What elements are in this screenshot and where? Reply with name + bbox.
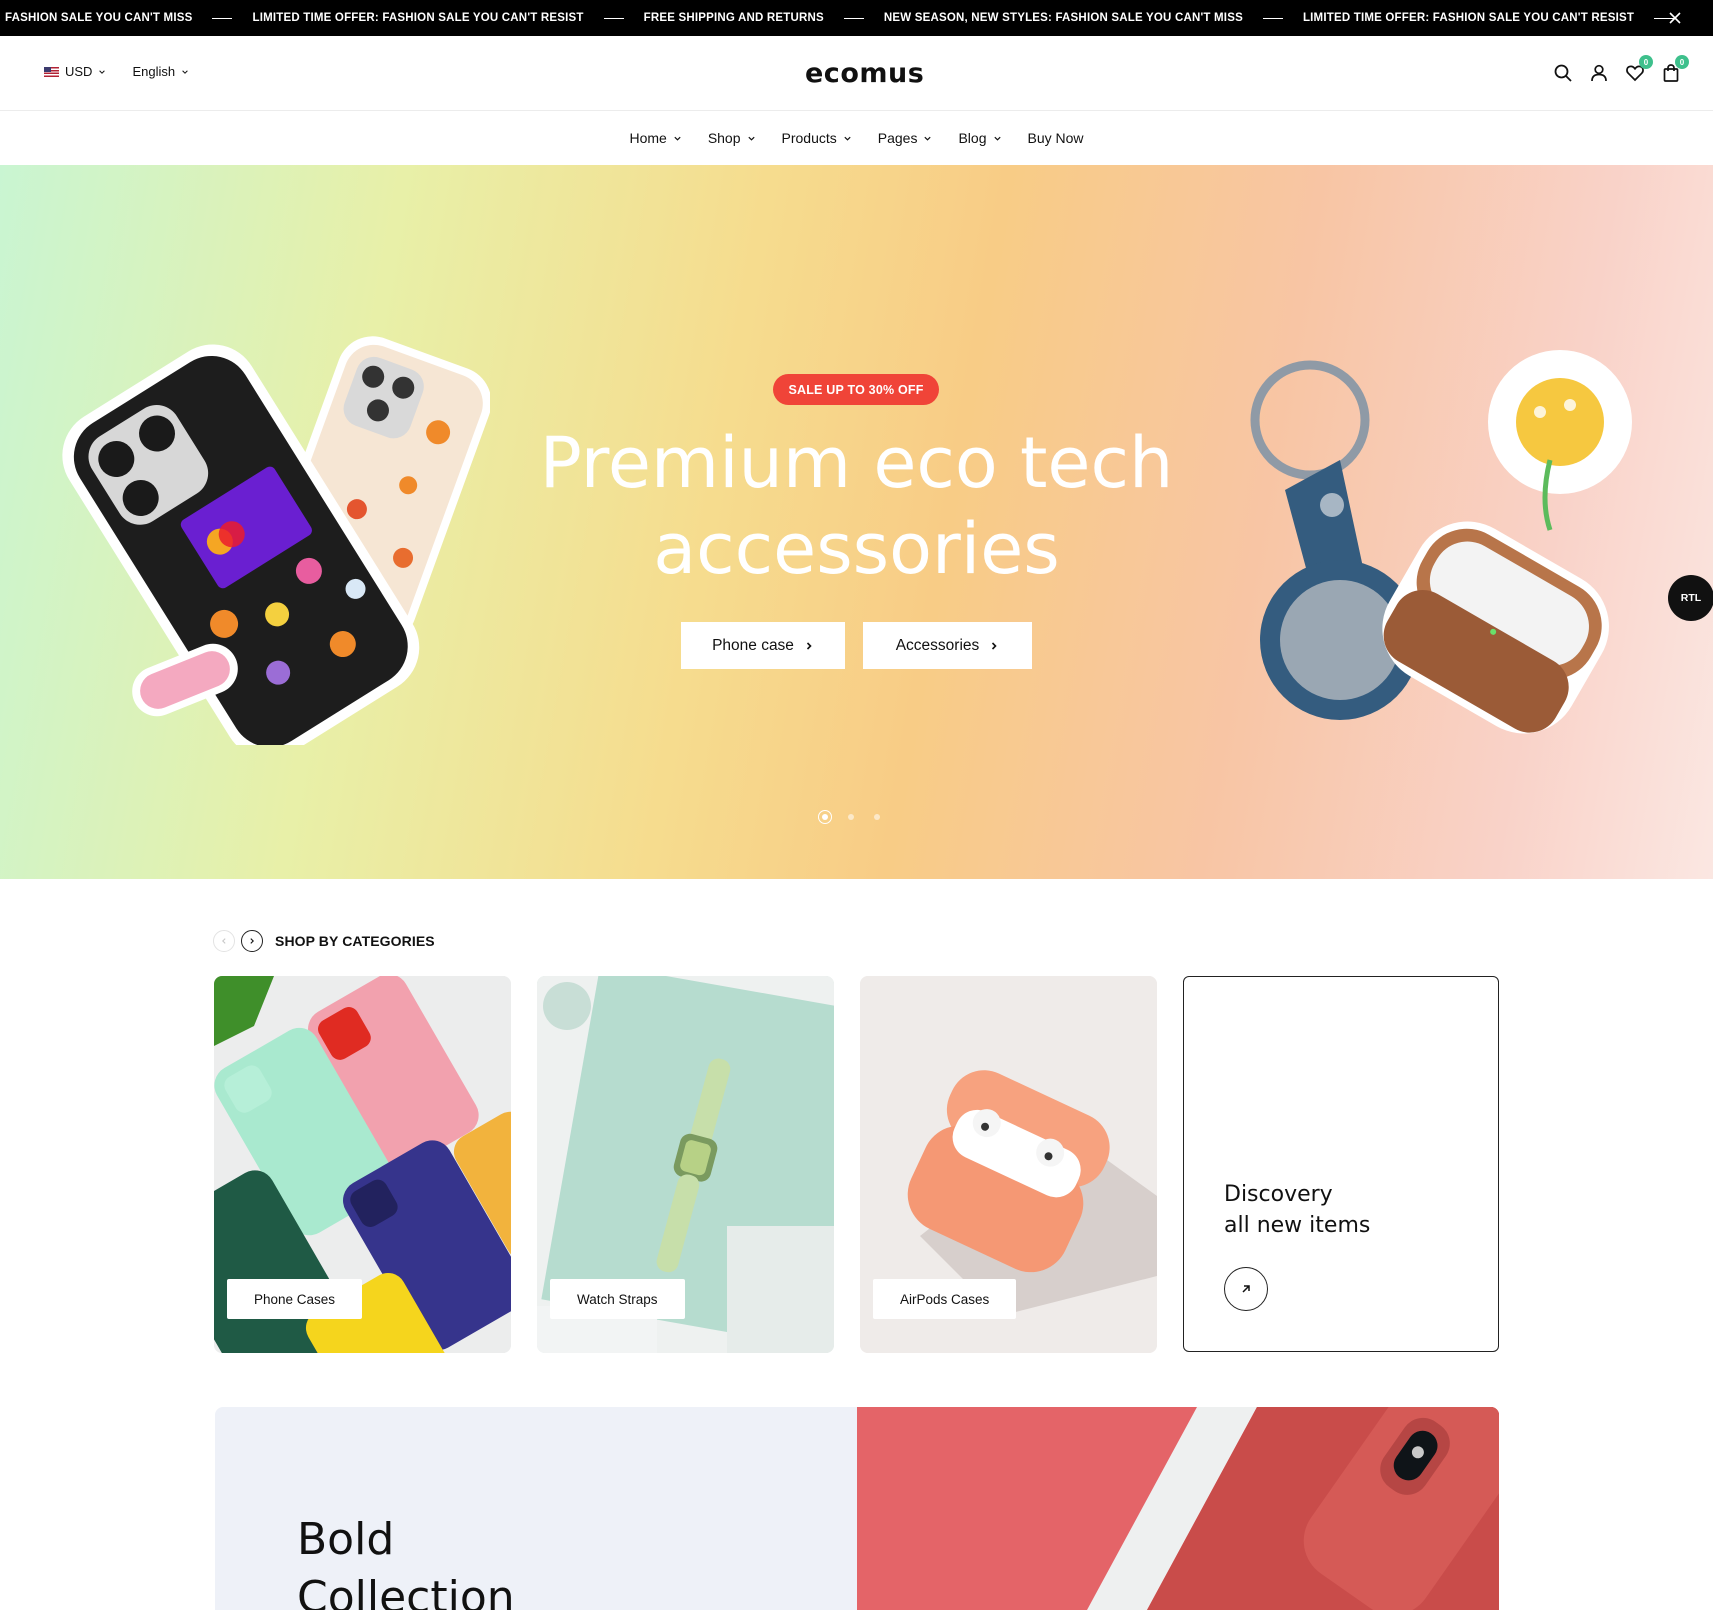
search-icon[interactable] [1552, 61, 1575, 84]
discover-arrow-button[interactable] [1224, 1267, 1268, 1311]
category-card-airpods-cases[interactable]: AirPods Cases [860, 976, 1157, 1353]
nav-item-label: Products [781, 130, 837, 146]
currency-label: USD [65, 64, 93, 79]
nav-item-label: Shop [707, 130, 741, 146]
nav-item-home[interactable]: Home [629, 130, 681, 146]
currency-select[interactable]: USD [44, 64, 106, 79]
chevron-down-icon [993, 136, 1001, 141]
sale-badge: SALE UP TO 30% OFF [773, 374, 939, 405]
nav-item-label: Home [629, 130, 667, 146]
announcement-text: LIMITED TIME OFFER: FASHION SALE YOU CAN… [252, 12, 584, 24]
us-flag-icon [44, 66, 59, 77]
rtl-toggle-button[interactable]: RTL [1668, 575, 1713, 621]
hero-title-line: accessories [653, 508, 1060, 590]
announcement-bar: FASHION SALE YOU CAN'T MISS LIMITED TIME… [0, 0, 1713, 36]
chevron-down-icon [924, 136, 932, 141]
cart-count-badge: 0 [1675, 55, 1689, 69]
main-nav: Home Shop Products Pages Blog Buy Now [0, 112, 1713, 164]
language-select[interactable]: English [132, 64, 189, 79]
slider-pagination [818, 810, 884, 824]
announcement-text: FREE SHIPPING AND RETURNS [643, 12, 824, 24]
nav-item-shop[interactable]: Shop [708, 130, 756, 146]
chevron-down-icon [747, 136, 755, 141]
site-header: USD English ecomus 0 0 [0, 36, 1713, 111]
announcement-divider [843, 17, 864, 19]
chevron-down-icon [99, 69, 106, 74]
categories-header: SHOP BY CATEGORIES [213, 930, 435, 952]
category-label: AirPods Cases [873, 1279, 1017, 1319]
header-actions: 0 0 [1552, 55, 1689, 84]
red-phone-case-image [857, 1407, 1499, 1610]
nav-item-buy-now[interactable]: Buy Now [1028, 130, 1084, 146]
chevron-down-icon [844, 136, 851, 141]
close-icon[interactable] [1667, 10, 1683, 26]
nav-item-label: Buy Now [1027, 130, 1084, 146]
announcement-divider [1262, 17, 1283, 19]
next-arrow-button[interactable] [241, 930, 263, 952]
account-icon[interactable] [1588, 61, 1611, 84]
main-nav-menu: Home Shop Products Pages Blog Buy Now [629, 130, 1083, 146]
button-label: Phone case [712, 636, 794, 654]
site-logo[interactable]: ecomus [805, 58, 924, 89]
nav-item-products[interactable]: Products [782, 130, 852, 146]
nav-item-label: Blog [958, 130, 987, 146]
category-label: Watch Straps [550, 1279, 685, 1319]
locale-switcher: USD English [44, 64, 189, 79]
slider-dot[interactable] [870, 810, 884, 824]
announcement-text: FASHION SALE YOU CAN'T MISS [5, 12, 193, 24]
category-card-watch-straps[interactable]: Watch Straps [537, 976, 834, 1353]
hero-title: Premium eco tech accessories [500, 420, 1213, 592]
wishlist-icon[interactable]: 0 [1624, 55, 1653, 84]
collection-title: Bold Collection [297, 1511, 515, 1610]
announcement-divider [603, 17, 624, 19]
prev-arrow-button[interactable] [213, 930, 235, 952]
cart-icon[interactable]: 0 [1660, 55, 1689, 84]
wishlist-count-badge: 0 [1639, 55, 1653, 69]
announcement-text: NEW SEASON, NEW STYLES: FASHION SALE YOU… [883, 12, 1243, 24]
hero-slider: SALE UP TO 30% OFF Premium eco tech acce… [0, 165, 1713, 879]
chevron-right-icon [250, 938, 254, 944]
collection-title-line: Collection [297, 1572, 515, 1610]
phone-case-image [62, 336, 490, 745]
language-label: English [132, 64, 176, 79]
category-card-phone-cases[interactable]: Phone Cases [214, 976, 511, 1353]
hero-title-line: Premium eco tech [539, 422, 1174, 504]
announcement-track: FASHION SALE YOU CAN'T MISS LIMITED TIME… [5, 0, 1694, 36]
announcement-divider [212, 17, 233, 19]
chevron-right-icon [806, 641, 812, 650]
phone-case-button[interactable]: Phone case [681, 622, 845, 669]
discover-line: Discovery [1224, 1182, 1333, 1207]
category-label: Phone Cases [227, 1279, 363, 1319]
collection-title-line: Bold [297, 1514, 395, 1565]
discover-new-items-card[interactable]: Discovery all new items [1183, 976, 1499, 1352]
collection-image [857, 1407, 1499, 1610]
nav-item-blog[interactable]: Blog [958, 130, 1001, 146]
announcement-text: LIMITED TIME OFFER: FASHION SALE YOU CAN… [1302, 12, 1635, 24]
section-title: SHOP BY CATEGORIES [275, 933, 435, 949]
button-label: Accessories [895, 636, 980, 654]
chevron-right-icon [992, 641, 997, 650]
chevron-left-icon [222, 938, 226, 944]
accessories-image [1250, 350, 1632, 734]
arrow-up-right-icon [1242, 1285, 1250, 1293]
slider-dot[interactable] [818, 810, 832, 824]
discover-text: Discovery all new items [1224, 1179, 1370, 1241]
collection-banner: Bold Collection [215, 1407, 857, 1610]
chevron-down-icon [182, 69, 188, 74]
chevron-down-icon [674, 136, 681, 141]
nav-item-pages[interactable]: Pages [878, 130, 933, 146]
accessories-button[interactable]: Accessories [863, 622, 1032, 669]
discover-line: all new items [1224, 1213, 1371, 1238]
nav-item-label: Pages [877, 130, 918, 146]
slider-dot[interactable] [844, 810, 858, 824]
